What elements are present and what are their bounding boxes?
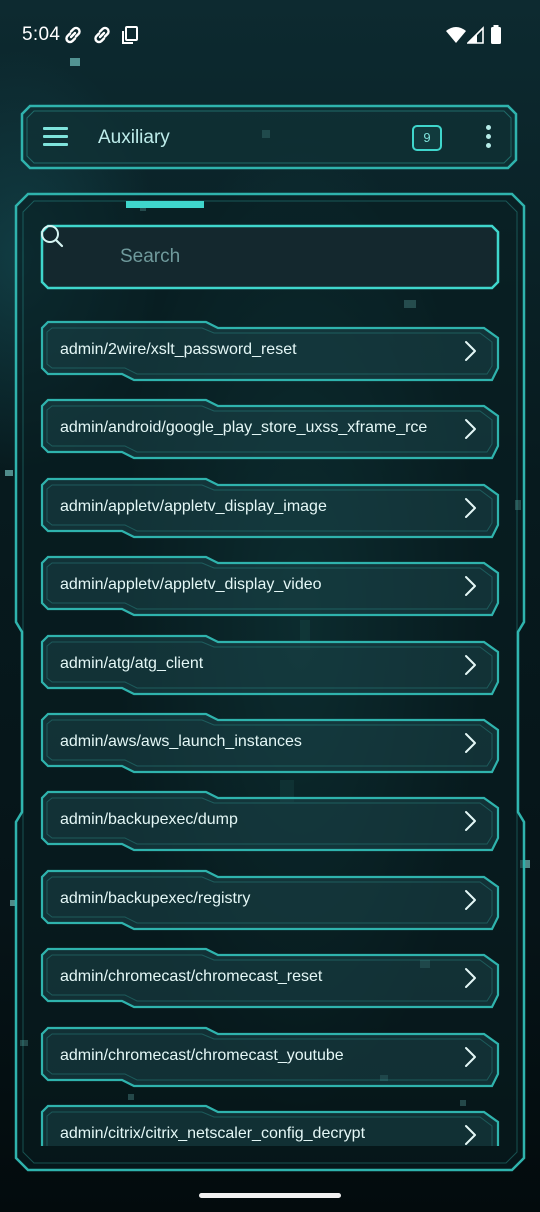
chevron-right-icon: [465, 498, 476, 518]
more-vert-icon-dot: [486, 143, 491, 148]
module-label: admin/aws/aws_launch_instances: [60, 733, 302, 750]
module-label: admin/citrix/citrix_netscaler_config_dec…: [60, 1125, 366, 1142]
wifi-icon: [446, 27, 466, 43]
chevron-right-icon: [465, 890, 476, 910]
module-label: admin/appletv/appletv_display_image: [60, 498, 327, 515]
module-label: admin/android/google_play_store_uxss_xfr…: [60, 419, 428, 436]
module-list-item[interactable]: admin/appletv/appletv_display_video: [38, 553, 502, 619]
gesture-navigation-bar[interactable]: [199, 1193, 341, 1198]
module-list-item[interactable]: admin/chromecast/chromecast_reset: [38, 945, 502, 1011]
module-label: admin/backupexec/registry: [60, 890, 251, 907]
status-bar: 5:04: [0, 0, 540, 70]
search-input[interactable]: [118, 240, 462, 274]
module-label: admin/atg/atg_client: [60, 655, 204, 672]
chevron-right-icon: [465, 1125, 476, 1145]
module-list-item[interactable]: admin/chromecast/chromecast_youtube: [38, 1024, 502, 1090]
top-app-bar: [20, 104, 518, 170]
status-time: 5:04: [22, 24, 61, 45]
module-list-item[interactable]: admin/citrix/citrix_netscaler_config_dec…: [38, 1102, 502, 1146]
module-list-item[interactable]: admin/backupexec/registry: [38, 867, 502, 933]
chevron-right-icon: [465, 419, 476, 439]
chevron-right-icon: [465, 968, 476, 988]
hamburger-menu-icon: [43, 127, 68, 130]
more-vert-icon: [486, 125, 491, 130]
search-box[interactable]: [40, 224, 500, 290]
module-list-item[interactable]: admin/appletv/appletv_display_image: [38, 475, 502, 541]
chevron-right-icon: [465, 341, 476, 361]
link-icon: [94, 26, 110, 44]
module-list-item[interactable]: admin/backupexec/dump: [38, 788, 502, 854]
chevron-right-icon: [465, 811, 476, 831]
module-label: admin/2wire/xslt_password_reset: [60, 341, 297, 358]
module-label: admin/chromecast/chromecast_youtube: [60, 1047, 344, 1064]
hamburger-menu-icon-bar: [43, 135, 68, 138]
module-list-item[interactable]: admin/android/google_play_store_uxss_xfr…: [38, 396, 502, 462]
chevron-right-icon: [465, 655, 476, 675]
chevron-right-icon: [465, 576, 476, 596]
hamburger-menu-icon-bar: [43, 143, 68, 146]
battery-icon: [491, 25, 501, 44]
module-label: admin/backupexec/dump: [60, 811, 238, 828]
link-icon: [65, 26, 81, 44]
module-list-item[interactable]: admin/atg/atg_client: [38, 632, 502, 698]
more-vert-icon-dot: [486, 134, 491, 139]
module-label: admin/chromecast/chromecast_reset: [60, 968, 323, 985]
chevron-right-icon: [465, 1047, 476, 1067]
module-list-item[interactable]: admin/aws/aws_launch_instances: [38, 710, 502, 776]
count-badge[interactable]: 9: [412, 125, 442, 151]
page-title: Auxiliary: [98, 127, 170, 148]
module-label: admin/appletv/appletv_display_video: [60, 576, 322, 593]
module-list-item[interactable]: admin/2wire/xslt_password_reset: [38, 318, 502, 384]
module-list: admin/2wire/xslt_password_reset admin/an…: [38, 318, 502, 1146]
copy-icon: [122, 26, 138, 44]
signal-icon: [467, 26, 484, 44]
hamburger-menu-button[interactable]: [36, 118, 76, 154]
search-icon: [41, 225, 64, 248]
overflow-menu-button[interactable]: [476, 120, 500, 154]
chevron-right-icon: [465, 733, 476, 753]
